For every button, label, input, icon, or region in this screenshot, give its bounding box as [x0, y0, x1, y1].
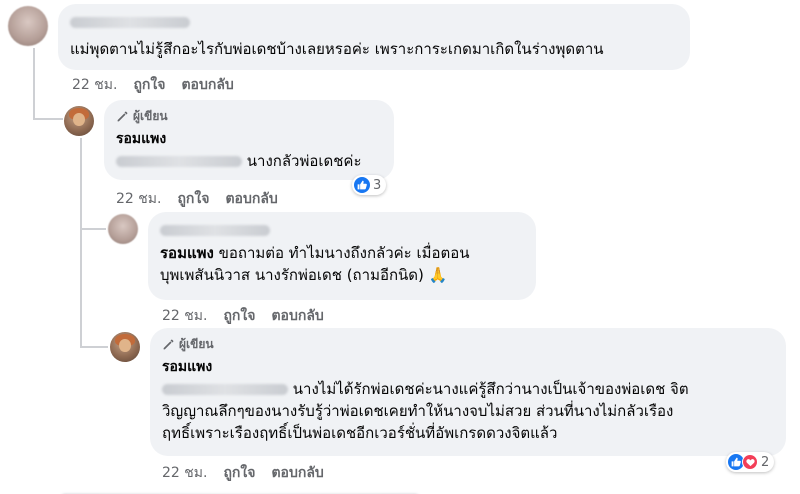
comment-actions: 22 ชม. ถูกใจ ตอบกลับ [162, 462, 324, 484]
thread-line [80, 138, 82, 348]
reply-button[interactable]: ตอบกลับ [181, 74, 233, 96]
reply-button[interactable]: ตอบกลับ [271, 305, 323, 327]
thread-line [80, 228, 106, 230]
commenter-name-redacted [160, 220, 524, 236]
comment-body: นางไม่ได้รักพ่อเดชค่ะนางแค่รู้สึกว่านางเ… [162, 378, 774, 400]
timestamp[interactable]: 22 ชม. [162, 462, 207, 484]
timestamp[interactable]: 22 ชม. [116, 188, 161, 210]
mention-redacted [116, 156, 242, 167]
comment-text-line3: ฤทธิ์เพราะเรืองฤทธิ์เป็นพ่อเดชอีกเวอร์ชั… [162, 424, 558, 442]
reaction-count: 2 [761, 454, 770, 470]
comment-text-line1: นางไม่ได้รักพ่อเดชค่ะนางแค่รู้สึกว่านางเ… [292, 380, 689, 398]
timestamp[interactable]: 22 ชม. [162, 305, 207, 327]
author-badge: ผู้เขียน [116, 108, 382, 124]
next-comment-preview [60, 488, 440, 494]
comment-actions: 22 ชม. ถูกใจ ตอบกลับ [162, 305, 324, 327]
pencil-icon [163, 339, 174, 349]
mention[interactable]: รอมแพง [160, 244, 214, 262]
avatar[interactable] [108, 214, 138, 244]
reply-button[interactable]: ตอบกลับ [225, 188, 277, 210]
comment-text-line1: ขอถามต่อ ทำไมนางถึงกลัวค่ะ เมื่อตอน [218, 244, 470, 262]
like-button[interactable]: ถูกใจ [177, 188, 209, 210]
comment-text: แม่พุดตานไม่รู้สึกอะไรกับพ่อเดชบ้างเลยหร… [70, 40, 604, 58]
author-badge-label: ผู้เขียน [179, 337, 214, 351]
avatar[interactable] [64, 106, 94, 136]
reply-button[interactable]: ตอบกลับ [271, 462, 323, 484]
like-button[interactable]: ถูกใจ [223, 305, 255, 327]
reaction-summary[interactable]: 3 [352, 175, 387, 195]
thread-line [33, 48, 35, 120]
comment-text-line2: บุพเพสันนิวาส นางรักพ่อเดช (ถามอีกนิด) 🙏 [160, 266, 448, 284]
pencil-icon [117, 111, 128, 121]
comment-bubble: ผู้เขียน รอมแพง นางไม่ได้รักพ่อเดชค่ะนาง… [150, 328, 786, 456]
comment-actions: 22 ชม. ถูกใจ ตอบกลับ [116, 188, 278, 210]
thread-line [80, 346, 108, 348]
love-reaction-icon [742, 454, 758, 470]
thread-line [33, 118, 63, 120]
like-reaction-icon [354, 177, 370, 193]
commenter-name[interactable]: รอมแพง [116, 130, 382, 148]
comment-text: นางกลัวพ่อเดชค่ะ [246, 152, 362, 170]
comment-bubble: รอมแพง ขอถามต่อ ทำไมนางถึงกลัวค่ะ เมื่อต… [148, 212, 536, 300]
like-button[interactable]: ถูกใจ [223, 462, 255, 484]
timestamp[interactable]: 22 ชม. [72, 74, 117, 96]
mention-redacted [162, 384, 288, 395]
avatar[interactable] [8, 6, 48, 46]
like-button[interactable]: ถูกใจ [133, 74, 165, 96]
avatar[interactable] [110, 332, 140, 362]
comment-body: รอมแพง ขอถามต่อ ทำไมนางถึงกลัวค่ะ เมื่อต… [160, 242, 524, 264]
comment-bubble: แม่พุดตานไม่รู้สึกอะไรกับพ่อเดชบ้างเลยหร… [58, 4, 690, 70]
comment-text-line2: วิญญาณลึกๆของนางรับรู้ว่าพ่อเดชเคยทำให้น… [162, 402, 674, 420]
comment-body: นางกลัวพ่อเดชค่ะ [116, 150, 382, 172]
commenter-name-redacted [70, 12, 678, 30]
author-badge-label: ผู้เขียน [133, 109, 168, 123]
reaction-count: 3 [373, 177, 382, 193]
reaction-summary[interactable]: 2 [726, 452, 775, 472]
commenter-name[interactable]: รอมแพง [162, 358, 774, 376]
comment-bubble: ผู้เขียน รอมแพง นางกลัวพ่อเดชค่ะ [104, 100, 394, 180]
author-badge: ผู้เขียน [162, 336, 774, 352]
comment-actions: 22 ชม. ถูกใจ ตอบกลับ [72, 74, 234, 96]
